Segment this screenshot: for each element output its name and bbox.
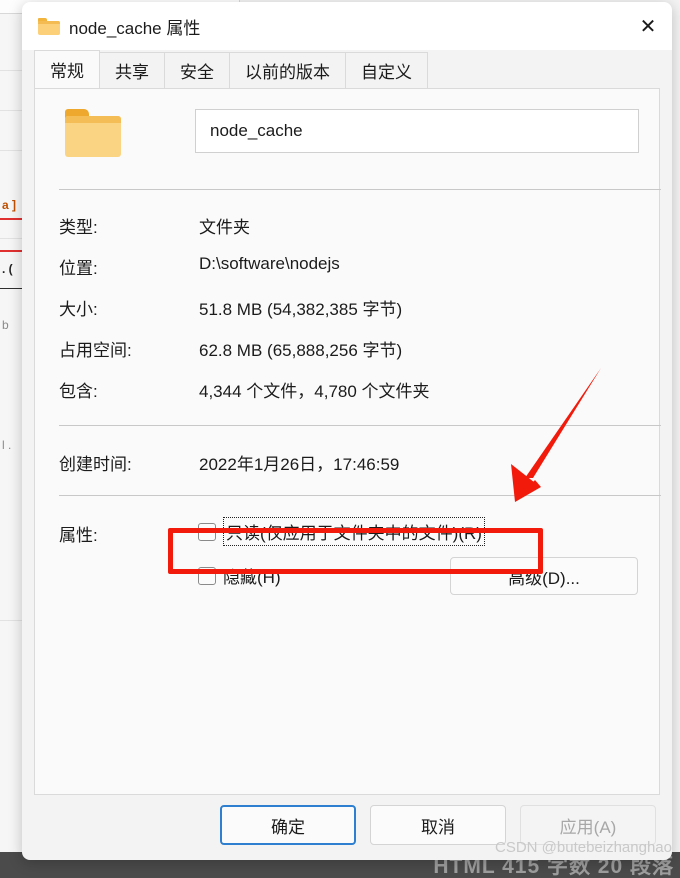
folder-name-row: node_cache (35, 99, 659, 169)
tab-sharing[interactable]: 共享 (99, 52, 165, 88)
readonly-checkbox-label: 只读(仅应用于文件夹中的文件)(R) (223, 517, 485, 546)
tab-security[interactable]: 安全 (164, 52, 230, 88)
folder-name-input[interactable]: node_cache (195, 109, 639, 153)
apply-button: 应用(A) (520, 805, 656, 845)
tab-label: 共享 (115, 63, 149, 82)
dialog-footer: 确定 取消 应用(A) (34, 795, 660, 855)
tab-label: 常规 (50, 62, 84, 81)
info-value: 2022年1月26日，17:46:59 (199, 455, 400, 474)
section-divider (59, 189, 661, 190)
info-value: 51.8 MB (54,382,385 字节) (199, 300, 403, 319)
tab-label: 以前的版本 (245, 63, 330, 82)
close-button[interactable]: ✕ (624, 2, 672, 50)
folder-icon-large (65, 109, 121, 157)
dialog-titlebar: node_cache 属性 ✕ (22, 2, 672, 50)
info-value: 62.8 MB (65,888,256 字节) (199, 341, 403, 360)
dialog-title: node_cache 属性 (69, 18, 201, 38)
info-value: 文件夹 (199, 218, 250, 237)
info-value: 4,344 个文件，4,780 个文件夹 (199, 382, 430, 401)
info-value: D:\software\nodejs (199, 254, 340, 273)
readonly-checkbox-row[interactable]: 只读(仅应用于文件夹中的文件)(R) (198, 517, 485, 546)
folder-icon (38, 17, 60, 35)
info-label: 位置: (59, 259, 98, 278)
hidden-checkbox-row[interactable]: 隐藏(H) (198, 563, 281, 588)
tab-previous-versions[interactable]: 以前的版本 (229, 52, 346, 88)
tab-customize[interactable]: 自定义 (345, 52, 428, 88)
readonly-checkbox[interactable] (198, 522, 216, 541)
info-label: 包含: (59, 382, 98, 401)
info-label: 创建时间: (59, 455, 132, 474)
info-label: 占用空间: (59, 341, 132, 360)
hidden-checkbox-label: 隐藏(H) (223, 568, 281, 587)
tab-strip: 常规 共享 安全 以前的版本 自定义 (34, 50, 660, 88)
tab-label: 自定义 (361, 63, 412, 82)
general-tab-panel: node_cache 类型: 文件夹 位置: D:\software\nodej… (34, 88, 661, 795)
ok-button[interactable]: 确定 (220, 805, 356, 845)
dialog-title-group: node_cache 属性 (38, 2, 200, 50)
cancel-button[interactable]: 取消 (370, 805, 506, 845)
hidden-checkbox[interactable] (198, 566, 216, 585)
tab-label: 安全 (180, 63, 214, 82)
folder-properties-dialog: node_cache 属性 ✕ 常规 共享 安全 以前的版本 自定义 node_… (22, 2, 672, 860)
attributes-label: 属性: (59, 526, 98, 545)
info-label: 类型: (59, 218, 98, 237)
close-icon: ✕ (639, 14, 657, 38)
section-divider (59, 425, 661, 426)
info-label: 大小: (59, 300, 98, 319)
section-divider (59, 495, 661, 496)
screenshot-root: a ] . ( b l . node_cache 属性 ✕ 常规 共享 安全 以… (0, 0, 680, 878)
tab-general[interactable]: 常规 (34, 50, 100, 88)
advanced-button[interactable]: 高级(D)... (450, 557, 638, 595)
